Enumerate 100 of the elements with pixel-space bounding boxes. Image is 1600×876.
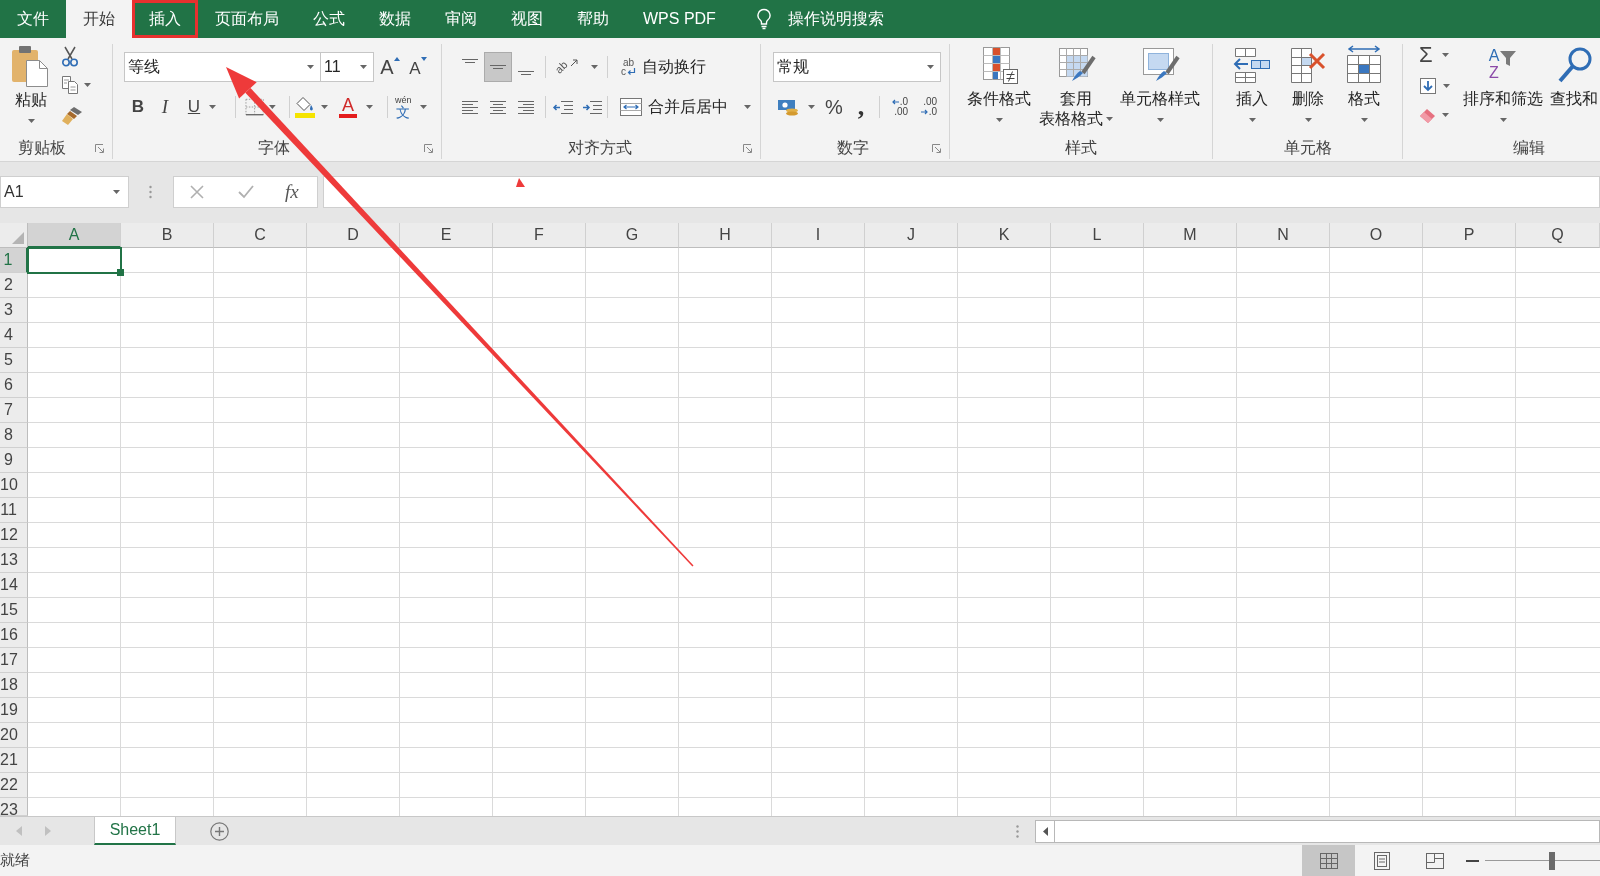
copy-button[interactable] [61, 75, 91, 95]
column-header[interactable]: I [772, 223, 865, 248]
insert-function-button[interactable]: fx [285, 181, 299, 203]
find-select-button[interactable]: 查找和 [1548, 44, 1600, 138]
column-header[interactable]: K [958, 223, 1051, 248]
zoom-out-icon[interactable] [1466, 859, 1479, 862]
row-header[interactable]: 22 [0, 773, 28, 798]
paste-button[interactable]: 粘贴 [6, 44, 56, 138]
row-header[interactable]: 7 [0, 398, 28, 423]
decrease-decimal-button[interactable]: .00 .0 [916, 95, 942, 119]
menu-tab[interactable]: 公式 [296, 0, 362, 38]
row-header[interactable]: 18 [0, 673, 28, 698]
row-header[interactable]: 3 [0, 298, 28, 323]
column-header[interactable]: A [28, 223, 121, 248]
increase-decimal-button[interactable]: .0 .00 [887, 95, 913, 119]
sort-filter-button[interactable]: A Z 排序和筛选 [1462, 44, 1544, 138]
row-header[interactable]: 6 [0, 373, 28, 398]
percent-button[interactable]: % [822, 95, 846, 119]
row-header[interactable]: 17 [0, 648, 28, 673]
paintbrush-icon[interactable] [61, 106, 83, 126]
column-header[interactable]: N [1237, 223, 1330, 248]
row-header[interactable]: 13 [0, 548, 28, 573]
row-header[interactable]: 9 [0, 448, 28, 473]
splitter-handle-icon[interactable] [1016, 824, 1019, 838]
column-header[interactable]: G [586, 223, 679, 248]
shrink-font-button[interactable]: A [407, 52, 429, 82]
row-header[interactable]: 5 [0, 348, 28, 373]
merge-center-button[interactable]: 合并后居中 [619, 95, 751, 119]
cell-styles-button[interactable]: 单元格样式 [1118, 44, 1202, 138]
fill-handle-icon[interactable] [117, 269, 124, 276]
menu-tab[interactable]: 帮助 [560, 0, 626, 38]
delete-cells-button[interactable]: 删除 [1283, 44, 1333, 138]
row-header[interactable]: 16 [0, 623, 28, 648]
column-header[interactable]: C [214, 223, 307, 248]
name-box[interactable]: A1 [0, 176, 129, 208]
slider-thumb[interactable] [1548, 851, 1555, 870]
menu-tab[interactable]: 审阅 [428, 0, 494, 38]
grow-font-button[interactable]: A [379, 52, 401, 82]
row-header[interactable]: 10 [0, 473, 28, 498]
menu-tab[interactable]: 开始 [66, 0, 132, 38]
column-header[interactable]: Q [1516, 223, 1600, 248]
number-format-field[interactable]: 常规 [773, 52, 941, 82]
row-header[interactable]: 2 [0, 273, 28, 298]
column-header[interactable]: M [1144, 223, 1237, 248]
orientation-button[interactable]: ab [551, 52, 604, 82]
column-header[interactable]: J [865, 223, 958, 248]
dialog-launcher-icon[interactable] [95, 144, 104, 153]
phonetic-button[interactable]: wén 文 [392, 95, 430, 119]
horizontal-scrollbar[interactable] [1055, 819, 1600, 843]
font-size-field[interactable]: 11 [320, 52, 374, 82]
column-header[interactable]: O [1330, 223, 1423, 248]
fill-color-button[interactable] [295, 95, 331, 119]
menu-tab[interactable]: 页面布局 [198, 0, 296, 38]
column-header[interactable]: H [679, 223, 772, 248]
row-header[interactable]: 8 [0, 423, 28, 448]
column-header[interactable]: L [1051, 223, 1144, 248]
cancel-icon[interactable] [190, 185, 204, 199]
menu-tab[interactable]: 视图 [494, 0, 560, 38]
format-cells-button[interactable]: 格式 [1339, 44, 1389, 138]
normal-view-button[interactable] [1302, 845, 1355, 876]
column-header[interactable]: F [493, 223, 586, 248]
dialog-launcher-icon[interactable] [932, 144, 941, 153]
row-header[interactable]: 11 [0, 498, 28, 523]
add-sheet-icon[interactable] [210, 821, 229, 841]
insert-cells-button[interactable]: 插入 [1227, 44, 1277, 138]
row-header[interactable]: 21 [0, 748, 28, 773]
splitter-handle-icon[interactable] [149, 185, 152, 199]
conditional-formatting-button[interactable]: 条件格式 [965, 44, 1033, 138]
selected-cell[interactable] [27, 247, 122, 274]
scroll-left-button[interactable] [1035, 819, 1055, 843]
row-header[interactable]: 23 [0, 798, 28, 816]
format-as-table-button[interactable]: 套用 表格格式 [1035, 44, 1117, 138]
bold-button[interactable]: B [126, 95, 150, 119]
check-icon[interactable] [238, 185, 254, 199]
row-header[interactable]: 12 [0, 523, 28, 548]
row-header[interactable]: 4 [0, 323, 28, 348]
sheet-tab[interactable]: Sheet1 [94, 817, 176, 845]
middle-align-button[interactable] [484, 52, 512, 82]
scissors-icon[interactable] [61, 46, 79, 67]
menu-tab[interactable]: 数据 [362, 0, 428, 38]
formula-input[interactable] [323, 176, 1600, 208]
row-header[interactable]: 14 [0, 573, 28, 598]
row-header[interactable]: 15 [0, 598, 28, 623]
row-header[interactable]: 19 [0, 698, 28, 723]
column-header[interactable]: B [121, 223, 214, 248]
autosum-button[interactable]: Σ [1416, 44, 1449, 66]
italic-button[interactable]: I [153, 95, 177, 119]
column-header[interactable]: E [400, 223, 493, 248]
comma-style-button[interactable]: , [849, 95, 873, 119]
column-header[interactable]: P [1423, 223, 1516, 248]
tell-me-search[interactable]: 操作说明搜索 [755, 0, 884, 38]
menu-tab[interactable]: 文件 [0, 0, 66, 38]
dialog-launcher-icon[interactable] [743, 144, 752, 153]
column-header[interactable]: D [307, 223, 400, 248]
menu-tab[interactable]: WPS PDF [626, 0, 733, 38]
underline-button[interactable]: U [182, 95, 222, 119]
row-header[interactable]: 20 [0, 723, 28, 748]
dialog-launcher-icon[interactable] [424, 144, 433, 153]
font-color-button[interactable]: A [335, 95, 375, 119]
menu-tab[interactable]: 插入 [132, 0, 198, 38]
